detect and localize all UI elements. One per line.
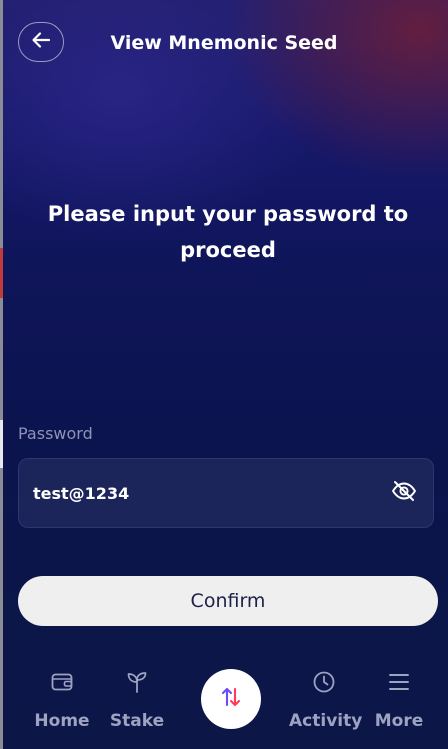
password-prompt: Please input your password to proceed xyxy=(47,202,409,262)
bottom-navigation: Home Stake Activity More xyxy=(0,650,448,749)
sprout-icon xyxy=(125,670,149,698)
left-edge-strip xyxy=(0,0,3,749)
header: View Mnemonic Seed xyxy=(0,0,448,86)
password-label: Password xyxy=(18,424,93,443)
clock-icon xyxy=(312,670,336,698)
toggle-password-visibility-button[interactable] xyxy=(391,481,417,505)
arrow-left-icon xyxy=(31,31,51,53)
confirm-button[interactable]: Confirm xyxy=(18,576,438,626)
wallet-icon xyxy=(50,671,74,697)
nav-item-stake[interactable]: Stake xyxy=(102,670,172,732)
app-window: View Mnemonic Seed Please input your pas… xyxy=(0,0,448,749)
eye-off-icon xyxy=(391,480,417,506)
password-input[interactable] xyxy=(33,459,373,527)
nav-item-activity[interactable]: Activity xyxy=(289,670,363,732)
nav-item-home-label: Home xyxy=(34,711,90,731)
swap-arrows-icon xyxy=(220,686,242,712)
nav-item-home[interactable]: Home xyxy=(27,670,97,732)
menu-icon xyxy=(387,671,411,697)
left-edge-white-segment xyxy=(0,420,3,468)
nav-item-stake-label: Stake xyxy=(109,711,165,731)
page-title: View Mnemonic Seed xyxy=(110,32,338,54)
swap-button[interactable] xyxy=(201,669,261,729)
nav-item-more-label: More xyxy=(374,711,424,731)
password-field xyxy=(18,458,434,528)
nav-item-activity-label: Activity xyxy=(289,711,363,731)
left-edge-red-segment xyxy=(0,248,3,298)
back-button[interactable] xyxy=(18,22,64,62)
nav-item-more[interactable]: More xyxy=(364,670,434,732)
